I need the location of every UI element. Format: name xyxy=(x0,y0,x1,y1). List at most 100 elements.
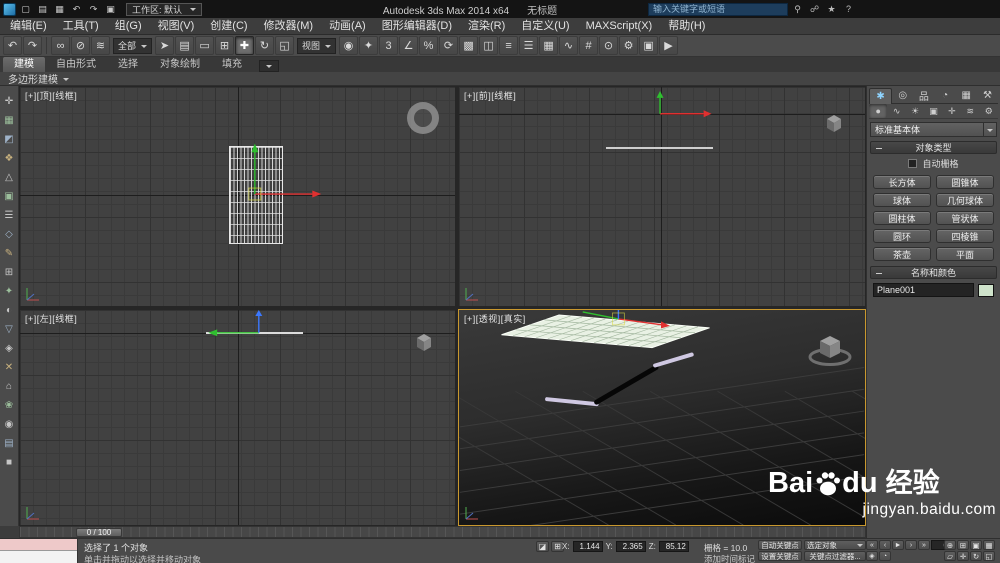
add-time-tag[interactable]: 添加时间标记 xyxy=(704,553,755,563)
favorites-icon[interactable]: ★ xyxy=(824,2,839,16)
left-toolbar-icon[interactable]: ✎ xyxy=(1,244,18,263)
spline-segment[interactable] xyxy=(653,352,694,368)
menu-item[interactable]: 帮助(H) xyxy=(660,18,713,34)
left-toolbar-icon[interactable]: ◈ xyxy=(1,339,18,358)
left-toolbar-icon[interactable]: ⊞ xyxy=(1,263,18,282)
left-toolbar-icon[interactable]: ◐ xyxy=(1,301,18,320)
app-logo-icon[interactable] xyxy=(3,2,16,16)
primitive-button[interactable]: 四棱锥 xyxy=(936,229,994,243)
project-folder-icon[interactable]: ▣ xyxy=(103,2,118,16)
key-mode-icon[interactable]: ◈ xyxy=(866,551,878,561)
viewport-front[interactable]: [+][前][线框] xyxy=(458,86,866,307)
zoom-extents-all-button[interactable]: ▦ xyxy=(983,540,995,550)
select-and-move-icon[interactable]: ✚ xyxy=(235,36,255,55)
menu-item[interactable]: 创建(C) xyxy=(202,18,255,34)
viewport-label[interactable]: [+][左][线框] xyxy=(25,312,77,325)
window-crossing-icon[interactable]: ⊞ xyxy=(215,36,235,55)
prev-frame-button[interactable]: ‹ xyxy=(879,540,891,550)
primitive-button[interactable]: 管状体 xyxy=(936,211,994,225)
y-field[interactable]: 2.365 xyxy=(615,541,646,552)
spline-segment[interactable] xyxy=(545,397,599,407)
material-editor-icon[interactable]: ⊙ xyxy=(599,36,619,55)
left-toolbar-icon[interactable]: ◉ xyxy=(1,415,18,434)
time-slider[interactable]: 0 / 100 xyxy=(19,526,866,538)
left-toolbar-icon[interactable]: ▦ xyxy=(1,111,18,130)
left-toolbar-icon[interactable]: ✛ xyxy=(1,92,18,111)
select-and-manipulate-icon[interactable]: ✦ xyxy=(359,36,379,55)
cat-lights[interactable]: ☀ xyxy=(906,104,924,118)
left-toolbar-icon[interactable]: ✦ xyxy=(1,282,18,301)
layer-manager-icon[interactable]: ☰ xyxy=(519,36,539,55)
primitive-button[interactable]: 长方体 xyxy=(873,175,931,189)
primitive-button[interactable]: 圆环 xyxy=(873,229,931,243)
maximize-viewport-button[interactable]: ◱ xyxy=(983,551,995,561)
open-file-icon[interactable]: ▤ xyxy=(35,2,50,16)
tab-hierarchy[interactable]: 品 xyxy=(913,88,935,104)
tab-create[interactable]: ✱ xyxy=(869,88,893,104)
spline-segment[interactable] xyxy=(594,364,659,405)
primitive-type-dropdown[interactable]: 标准基本体 xyxy=(870,122,997,137)
left-toolbar-icon[interactable]: △ xyxy=(1,168,18,187)
undo-icon[interactable]: ↶ xyxy=(3,36,22,55)
viewcube-icon[interactable] xyxy=(807,326,853,368)
left-toolbar-icon[interactable]: ■ xyxy=(1,453,18,472)
rendered-frame-icon[interactable]: ▣ xyxy=(639,36,659,55)
select-by-name-icon[interactable]: ▤ xyxy=(175,36,195,55)
autokey-button[interactable]: 自动关键点 xyxy=(758,540,802,550)
selection-lock-icon[interactable]: ◪ xyxy=(536,541,549,552)
left-toolbar-icon[interactable]: ✕ xyxy=(1,358,18,377)
object-color-swatch[interactable] xyxy=(978,283,994,297)
select-object-icon[interactable]: ➤ xyxy=(155,36,175,55)
key-set-dropdown[interactable]: 选定对象 xyxy=(804,540,866,550)
tab-modify[interactable]: ◎ xyxy=(892,88,914,104)
zoom-extents-button[interactable]: ▣ xyxy=(970,540,982,550)
infocenter-search-input[interactable] xyxy=(648,2,788,16)
menu-item[interactable]: 修改器(M) xyxy=(256,18,322,34)
time-config-icon[interactable]: ◔ xyxy=(879,551,891,561)
orbit-button[interactable]: ↻ xyxy=(970,551,982,561)
steering-wheel-widget[interactable] xyxy=(407,102,439,134)
tab-utilities[interactable]: ⚒ xyxy=(976,88,999,104)
select-and-rotate-icon[interactable]: ↻ xyxy=(255,36,275,55)
selection-filter-dropdown[interactable]: 全部 xyxy=(113,37,153,54)
cat-spacewarps[interactable]: ≋ xyxy=(961,104,979,118)
align-icon[interactable]: ≡ xyxy=(499,36,519,55)
render-production-icon[interactable]: ▶ xyxy=(659,36,679,55)
reference-coordinate-dropdown[interactable]: 视图 xyxy=(297,37,337,54)
redo-icon[interactable]: ↷ xyxy=(86,2,101,16)
cat-helpers[interactable]: ✛ xyxy=(943,104,961,118)
pan-button[interactable]: ✛ xyxy=(957,551,969,561)
menu-item[interactable]: 编辑(E) xyxy=(2,18,55,34)
macro-recorder-row[interactable] xyxy=(0,539,77,551)
rollout-object-type[interactable]: 对象类型 xyxy=(870,141,997,154)
render-setup-icon[interactable]: ⚙ xyxy=(619,36,639,55)
left-toolbar-icon[interactable]: ▤ xyxy=(1,434,18,453)
ribbon-tab[interactable]: 自由形式 xyxy=(45,57,107,72)
object-name-field[interactable] xyxy=(873,283,974,297)
autogrid-checkbox[interactable] xyxy=(908,159,918,168)
menu-item[interactable]: 渲染(R) xyxy=(460,18,513,34)
workspace-dropdown[interactable]: 工作区: 默认 xyxy=(126,2,203,16)
viewcube-icon[interactable] xyxy=(411,330,437,354)
menu-item[interactable]: 组(G) xyxy=(107,18,150,34)
key-filters-button[interactable]: 关键点过滤器... xyxy=(804,551,866,561)
named-selection-sets-icon[interactable]: ▩ xyxy=(459,36,479,55)
primitive-button[interactable]: 圆锥体 xyxy=(936,175,994,189)
graphite-ribbon-icon[interactable]: ▦ xyxy=(539,36,559,55)
primitive-button[interactable]: 圆柱体 xyxy=(873,211,931,225)
x-field[interactable]: 1.144 xyxy=(572,541,603,552)
left-toolbar-icon[interactable]: ▽ xyxy=(1,320,18,339)
setkey-button[interactable]: 设置关键点 xyxy=(758,551,802,561)
left-toolbar-icon[interactable]: ◩ xyxy=(1,130,18,149)
tab-display[interactable]: ▦ xyxy=(955,88,977,104)
ribbon-tab[interactable]: 对象绘制 xyxy=(149,57,211,72)
viewport-left[interactable]: [+][左][线框] xyxy=(19,309,456,526)
new-scene-icon[interactable]: ▢ xyxy=(18,2,33,16)
zoom-button[interactable]: ⊕ xyxy=(944,540,956,550)
ribbon-panel-label[interactable]: 多边形建模 xyxy=(8,71,58,86)
fov-button[interactable]: ▱ xyxy=(944,551,956,561)
z-field[interactable]: 85.12 xyxy=(658,541,689,552)
viewcube-icon[interactable] xyxy=(821,111,847,135)
left-toolbar-icon[interactable]: ☰ xyxy=(1,206,18,225)
cat-geometry[interactable]: ● xyxy=(869,104,888,118)
